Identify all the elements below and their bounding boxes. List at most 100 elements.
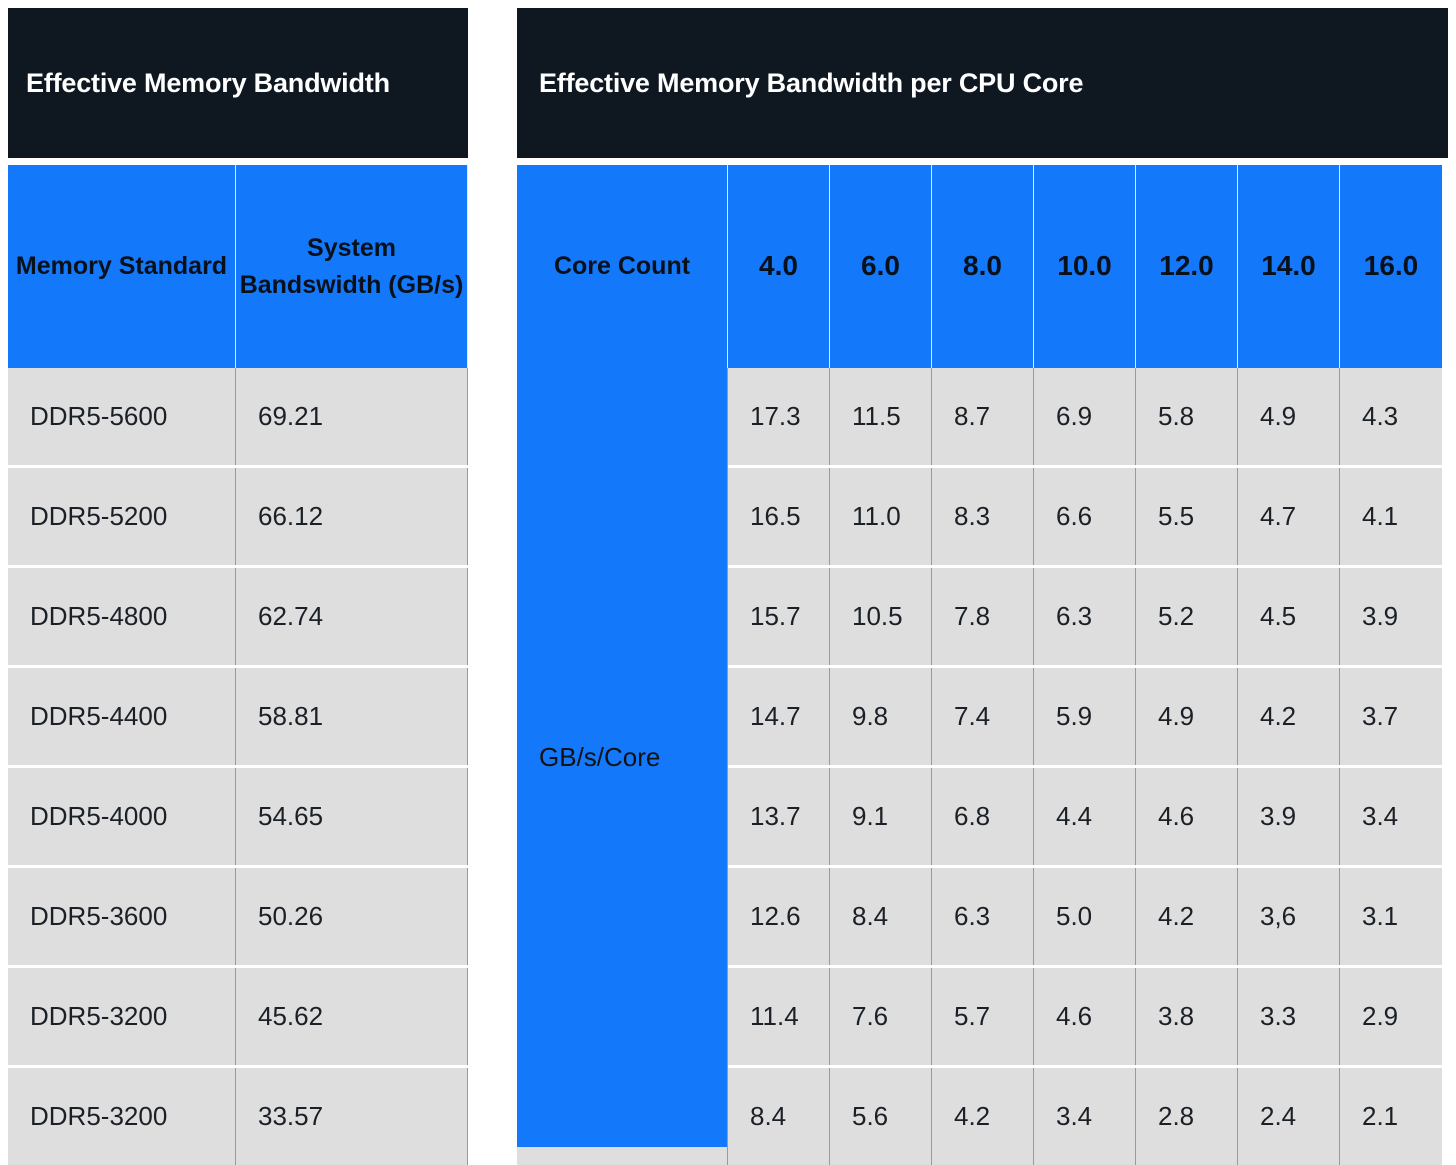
cell-bandwidth-per-core: 2.8 xyxy=(1136,1068,1238,1165)
cell-bandwidth-per-core: 7.8 xyxy=(932,568,1034,665)
col-header-core-12: 12.0 xyxy=(1136,165,1238,368)
cell-bandwidth-per-core: 3.4 xyxy=(1034,1068,1136,1165)
cell-bandwidth-per-core: 5.8 xyxy=(1136,368,1238,465)
title-band: Effective Memory Bandwidth Effective Mem… xyxy=(0,8,1456,158)
table-row: DDR5-5600 69.21 17.3 11.5 8.7 6.9 5.8 4.9 4.3 xyxy=(8,368,1448,465)
table-row: DDR5-4800 62.74 15.7 10.5 7.8 6.3 5.2 4.5 3.9 xyxy=(8,568,1448,665)
col-header-core-6: 6.0 xyxy=(830,165,932,368)
cell-bandwidth-per-core: 6.3 xyxy=(932,868,1034,965)
cell-memory-standard: DDR5-3200 xyxy=(8,1068,236,1165)
cell-bandwidth-per-core: 4.2 xyxy=(932,1068,1034,1165)
cell-system-bandwidth: 69.21 xyxy=(236,368,468,465)
cell-bandwidth-per-core: 4.9 xyxy=(1136,668,1238,765)
cell-bandwidth-per-core: 5.0 xyxy=(1034,868,1136,965)
cell-bandwidth-per-core: 4.2 xyxy=(1136,868,1238,965)
cell-bandwidth-per-core: 3.4 xyxy=(1340,768,1442,865)
cell-bandwidth-per-core: 7.6 xyxy=(830,968,932,1065)
cell-memory-standard: DDR5-3600 xyxy=(8,868,236,965)
cell-bandwidth-per-core: 3,6 xyxy=(1238,868,1340,965)
cell-bandwidth-per-core: 15.7 xyxy=(728,568,830,665)
cell-memory-standard: DDR5-3200 xyxy=(8,968,236,1065)
cell-bandwidth-per-core: 4.9 xyxy=(1238,368,1340,465)
cell-bandwidth-per-core: 4.6 xyxy=(1136,768,1238,865)
cell-bandwidth-per-core: 5.5 xyxy=(1136,468,1238,565)
cell-bandwidth-per-core: 3.9 xyxy=(1340,568,1442,665)
title-gap-spacer xyxy=(468,8,517,158)
col-header-system-bandwidth: System Bandswidth (GB/s) xyxy=(236,165,468,368)
cell-bandwidth-per-core: 8.4 xyxy=(728,1068,830,1165)
cell-system-bandwidth: 62.74 xyxy=(236,568,468,665)
col-header-core-14: 14.0 xyxy=(1238,165,1340,368)
cell-bandwidth-per-core: 4.5 xyxy=(1238,568,1340,665)
cell-bandwidth-per-core: 11.4 xyxy=(728,968,830,1065)
cell-bandwidth-per-core: 2.1 xyxy=(1340,1068,1442,1165)
cell-system-bandwidth: 45.62 xyxy=(236,968,468,1065)
row-gap-spacer xyxy=(468,668,517,765)
cell-bandwidth-per-core: 14.7 xyxy=(728,668,830,765)
cell-memory-standard: DDR5-5600 xyxy=(8,368,236,465)
cell-bandwidth-per-core: 5.9 xyxy=(1034,668,1136,765)
cell-bandwidth-per-core: 6.6 xyxy=(1034,468,1136,565)
cell-memory-standard: DDR5-4000 xyxy=(8,768,236,865)
row-gap-spacer xyxy=(468,768,517,865)
cell-system-bandwidth: 50.26 xyxy=(236,868,468,965)
cell-bandwidth-per-core: 4.1 xyxy=(1340,468,1442,565)
cell-bandwidth-per-core: 5.6 xyxy=(830,1068,932,1165)
row-gap-spacer xyxy=(468,468,517,565)
cell-bandwidth-per-core: 5.2 xyxy=(1136,568,1238,665)
cell-bandwidth-per-core: 10.5 xyxy=(830,568,932,665)
cell-system-bandwidth: 58.81 xyxy=(236,668,468,765)
right-title-text: Effective Memory Bandwidth per CPU Core xyxy=(539,67,1084,98)
cell-bandwidth-per-core: 13.7 xyxy=(728,768,830,865)
cell-bandwidth-per-core: 6.3 xyxy=(1034,568,1136,665)
cell-bandwidth-per-core: 4.6 xyxy=(1034,968,1136,1065)
table-row: DDR5-3200 45.62 11.4 7.6 5.7 4.6 3.8 3.3 2.9 xyxy=(8,968,1448,1065)
cell-bandwidth-per-core: 9.8 xyxy=(830,668,932,765)
cell-bandwidth-per-core: 8.7 xyxy=(932,368,1034,465)
cell-bandwidth-per-core: 5.7 xyxy=(932,968,1034,1065)
cell-bandwidth-per-core: 16.5 xyxy=(728,468,830,565)
left-title-text: Effective Memory Bandwidth xyxy=(26,67,390,98)
cell-bandwidth-per-core: 11.0 xyxy=(830,468,932,565)
cell-bandwidth-per-core: 11.5 xyxy=(830,368,932,465)
table-row: DDR5-3200 33.57 8.4 5.6 4.2 3.4 2.8 2.4 2.1 xyxy=(8,1068,1448,1165)
table-row: DDR5-3600 50.26 12.6 8.4 6.3 5.0 4.2 3,6 3.1 xyxy=(8,868,1448,965)
col-header-core-8: 8.0 xyxy=(932,165,1034,368)
cell-bandwidth-per-core: 3.9 xyxy=(1238,768,1340,865)
data-grid: Memory Standard System Bandswidth (GB/s)… xyxy=(8,165,1448,1165)
cell-memory-standard: DDR5-4400 xyxy=(8,668,236,765)
left-title-block: Effective Memory Bandwidth xyxy=(8,8,468,158)
unit-label-text: GB/s/Core xyxy=(539,742,661,772)
table-row: DDR5-4000 54.65 13.7 9.1 6.8 4.4 4.6 3.9 3.4 xyxy=(8,768,1448,865)
unit-label-block: GB/s/Core xyxy=(517,368,728,1147)
table-sheet: Effective Memory Bandwidth Effective Mem… xyxy=(0,0,1456,1165)
row-gap-spacer xyxy=(468,868,517,965)
cell-bandwidth-per-core: 6.9 xyxy=(1034,368,1136,465)
cell-memory-standard: DDR5-5200 xyxy=(8,468,236,565)
col-header-core-4: 4.0 xyxy=(728,165,830,368)
cell-system-bandwidth: 66.12 xyxy=(236,468,468,565)
cell-bandwidth-per-core: 6.8 xyxy=(932,768,1034,865)
col-header-core-16: 16.0 xyxy=(1340,165,1442,368)
cell-bandwidth-per-core: 4.3 xyxy=(1340,368,1442,465)
col-header-core-10: 10.0 xyxy=(1034,165,1136,368)
cell-bandwidth-per-core: 3.1 xyxy=(1340,868,1442,965)
col-header-memory-standard: Memory Standard xyxy=(8,165,236,368)
cell-bandwidth-per-core: 3.3 xyxy=(1238,968,1340,1065)
right-title-block: Effective Memory Bandwidth per CPU Core xyxy=(517,8,1448,158)
cell-bandwidth-per-core: 4.7 xyxy=(1238,468,1340,565)
row-gap-spacer xyxy=(468,568,517,665)
cell-bandwidth-per-core: 17.3 xyxy=(728,368,830,465)
cell-bandwidth-per-core: 7.4 xyxy=(932,668,1034,765)
table-row: DDR5-4400 58.81 14.7 9.8 7.4 5.9 4.9 4.2 3.7 xyxy=(8,668,1448,765)
cell-bandwidth-per-core: 3.8 xyxy=(1136,968,1238,1065)
cell-bandwidth-per-core: 9.1 xyxy=(830,768,932,865)
cell-bandwidth-per-core: 3.7 xyxy=(1340,668,1442,765)
cell-bandwidth-per-core: 12.6 xyxy=(728,868,830,965)
cell-bandwidth-per-core: 2.4 xyxy=(1238,1068,1340,1165)
cell-bandwidth-per-core: 8.4 xyxy=(830,868,932,965)
col-header-core-count: Core Count xyxy=(517,165,728,368)
row-gap-spacer xyxy=(468,368,517,465)
cell-bandwidth-per-core: 4.4 xyxy=(1034,768,1136,865)
cell-system-bandwidth: 33.57 xyxy=(236,1068,468,1165)
